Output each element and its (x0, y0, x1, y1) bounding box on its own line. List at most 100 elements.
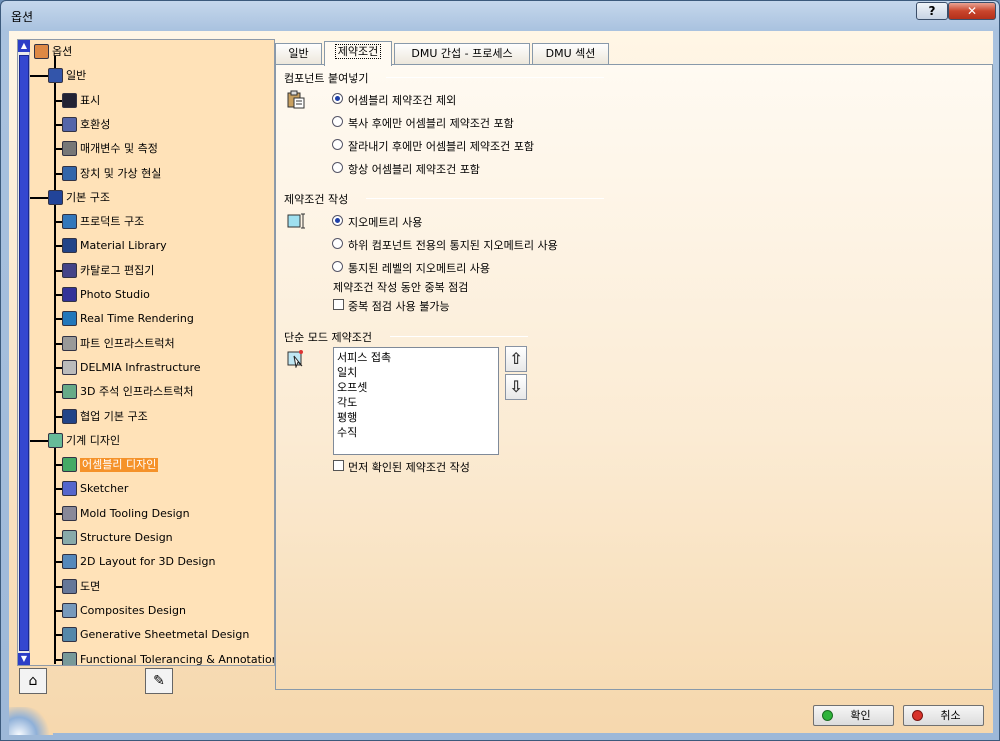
product-structure-icon (62, 214, 77, 230)
help-button[interactable]: ? (916, 2, 948, 20)
list-item[interactable]: 수직 (337, 425, 495, 440)
scroll-up-icon[interactable]: ▲ (18, 40, 30, 52)
scroll-thumb[interactable] (19, 55, 29, 651)
radio-sub-published-label: 하위 컴포넌트 전용의 통지된 지오메트리 사용 (348, 239, 558, 252)
tree-branch (55, 148, 62, 151)
tree-item-label: 기본 구조 (66, 190, 110, 204)
reset-options-icon[interactable]: ⌂ (19, 668, 47, 694)
tab-general[interactable]: 일반 (275, 43, 322, 65)
tree-item-label: 도면 (80, 579, 101, 593)
move-down-button[interactable]: ⇩ (505, 374, 527, 400)
tree-branch (55, 99, 62, 102)
tree-branch (55, 658, 62, 661)
tree-branch (55, 342, 62, 345)
mold-icon (62, 505, 77, 521)
catalog-editor-icon (62, 262, 77, 278)
options-window: 옵션 ? ✕ ▲ ▼ 옵션일반표시호환성매개변수 및 측정장치 및 가상 현실기… (0, 0, 1000, 741)
annotation-infra-icon (62, 384, 77, 400)
tree-branch (55, 172, 62, 175)
tree-branch (55, 561, 62, 564)
radio-after-cut-label: 잘라내기 후에만 어셈블리 제약조건 포함 (348, 140, 535, 153)
delmia-icon (62, 359, 77, 375)
tab-label: DMU 간섭 - 프로세스 (411, 47, 513, 60)
radio-use-geometry[interactable] (332, 215, 343, 226)
quick-constraint-list[interactable]: 서피스 접촉 일치 오프셋 각도 평행 수직 (333, 347, 499, 455)
tree-branch (55, 318, 62, 321)
tree-scrollbar[interactable]: ▲ ▼ (18, 40, 30, 665)
list-item[interactable]: 각도 (337, 395, 495, 410)
scroll-down-icon[interactable]: ▼ (18, 653, 30, 665)
paste-group-title: 컴포넌트 붙여넣기 (284, 72, 369, 85)
duplicate-check-label: 제약조건 작성 동안 중복 점검 (333, 281, 469, 294)
sheetmetal-icon (62, 627, 77, 643)
tree-item-label: 호환성 (80, 117, 111, 131)
globe-logo-icon (9, 707, 53, 735)
structure-icon (62, 530, 77, 545)
assembly-design-icon (62, 457, 77, 473)
close-button[interactable]: ✕ (948, 2, 996, 20)
export-options-icon[interactable]: ✎ (145, 668, 173, 694)
tree-branch (30, 439, 48, 442)
part-infra-icon (62, 335, 77, 351)
tab-dmu-clash[interactable]: DMU 간섭 - 프로세스 (394, 43, 530, 65)
tree-item-label: 일반 (66, 69, 87, 83)
list-item[interactable]: 일치 (337, 365, 495, 380)
radio-always[interactable] (332, 162, 343, 173)
compatibility-icon (62, 116, 77, 132)
tab-label: DMU 섹션 (545, 47, 596, 60)
composites-icon (62, 602, 77, 618)
cancel-icon (912, 710, 923, 721)
radio-sub-published[interactable] (332, 238, 343, 249)
tree-item-label: 카탈로그 편집기 (80, 263, 155, 277)
ok-icon (822, 710, 833, 721)
tree-item-label: 파트 인프라스트럭처 (80, 336, 175, 350)
tree-item-label: Photo Studio (80, 288, 150, 301)
rendering-icon (62, 311, 77, 327)
tree-branch (55, 245, 62, 248)
radio-after-cut[interactable] (332, 139, 343, 150)
tree-item-label: 표시 (80, 93, 101, 107)
tree-item-label: Functional Tolerancing & Annotation (80, 652, 275, 666)
tree-branch (55, 391, 62, 394)
ok-label: 확인 (850, 709, 871, 722)
photo-studio-icon (62, 287, 77, 302)
options-root-icon (34, 44, 49, 59)
layout-icon (62, 554, 77, 570)
cancel-button[interactable]: 취소 (903, 705, 984, 726)
radio-after-copy[interactable] (332, 116, 343, 127)
title-bar: 옵션 ? ✕ (1, 1, 999, 31)
list-item[interactable]: 평행 (337, 410, 495, 425)
tree-item-label: Sketcher (80, 482, 129, 496)
tree-branch (30, 196, 48, 199)
ok-button[interactable]: 확인 (813, 705, 894, 726)
tab-constraints[interactable]: 제약조건 (324, 41, 392, 66)
verified-first-checkbox[interactable] (333, 460, 344, 471)
display-icon (62, 92, 77, 108)
move-up-button[interactable]: ⇧ (505, 346, 527, 372)
tree-item-label: 장치 및 가상 현실 (80, 166, 162, 180)
tree-item-label: 매개변수 및 측정 (80, 142, 158, 156)
dialog-client: ▲ ▼ 옵션 일반 표시 호환성 매개변수 및 측정 장치 및 가상 현실 기본 구조 프로덕… (9, 31, 993, 735)
group-divider (386, 77, 604, 78)
verified-first-label: 먼저 확인된 제약조건 작성 (348, 461, 470, 474)
radio-level-published[interactable] (332, 261, 343, 272)
tab-dmu-section[interactable]: DMU 섹션 (532, 43, 609, 65)
tolerancing-icon (62, 651, 77, 665)
tree-branch (55, 634, 62, 637)
radio-after-copy-label: 복사 후에만 어셈블리 제약조건 포함 (348, 117, 514, 130)
disable-duplicate-checkbox[interactable] (333, 299, 344, 310)
tree-branch (55, 269, 62, 272)
options-tree: ▲ ▼ 옵션 일반 표시 호환성 매개변수 및 측정 장치 및 가상 현실 기본 구조 프로덕… (17, 39, 275, 666)
create-group-title: 제약조건 작성 (284, 193, 349, 206)
list-item[interactable]: 오프셋 (337, 380, 495, 395)
tree-item-label: 기계 디자인 (66, 433, 121, 447)
radio-exclude[interactable] (332, 93, 343, 104)
tree-item-label: 협업 기본 구조 (80, 409, 148, 423)
tree-item-label: Structure Design (80, 531, 173, 544)
window-title: 옵션 (11, 10, 34, 24)
tree-branch (55, 464, 62, 467)
tree-item-label: 2D Layout for 3D Design (80, 555, 216, 569)
list-item[interactable]: 서피스 접촉 (337, 350, 495, 365)
tree-item-label: Material Library (80, 239, 167, 253)
disable-duplicate-label: 중복 점검 사용 불가능 (348, 300, 450, 313)
